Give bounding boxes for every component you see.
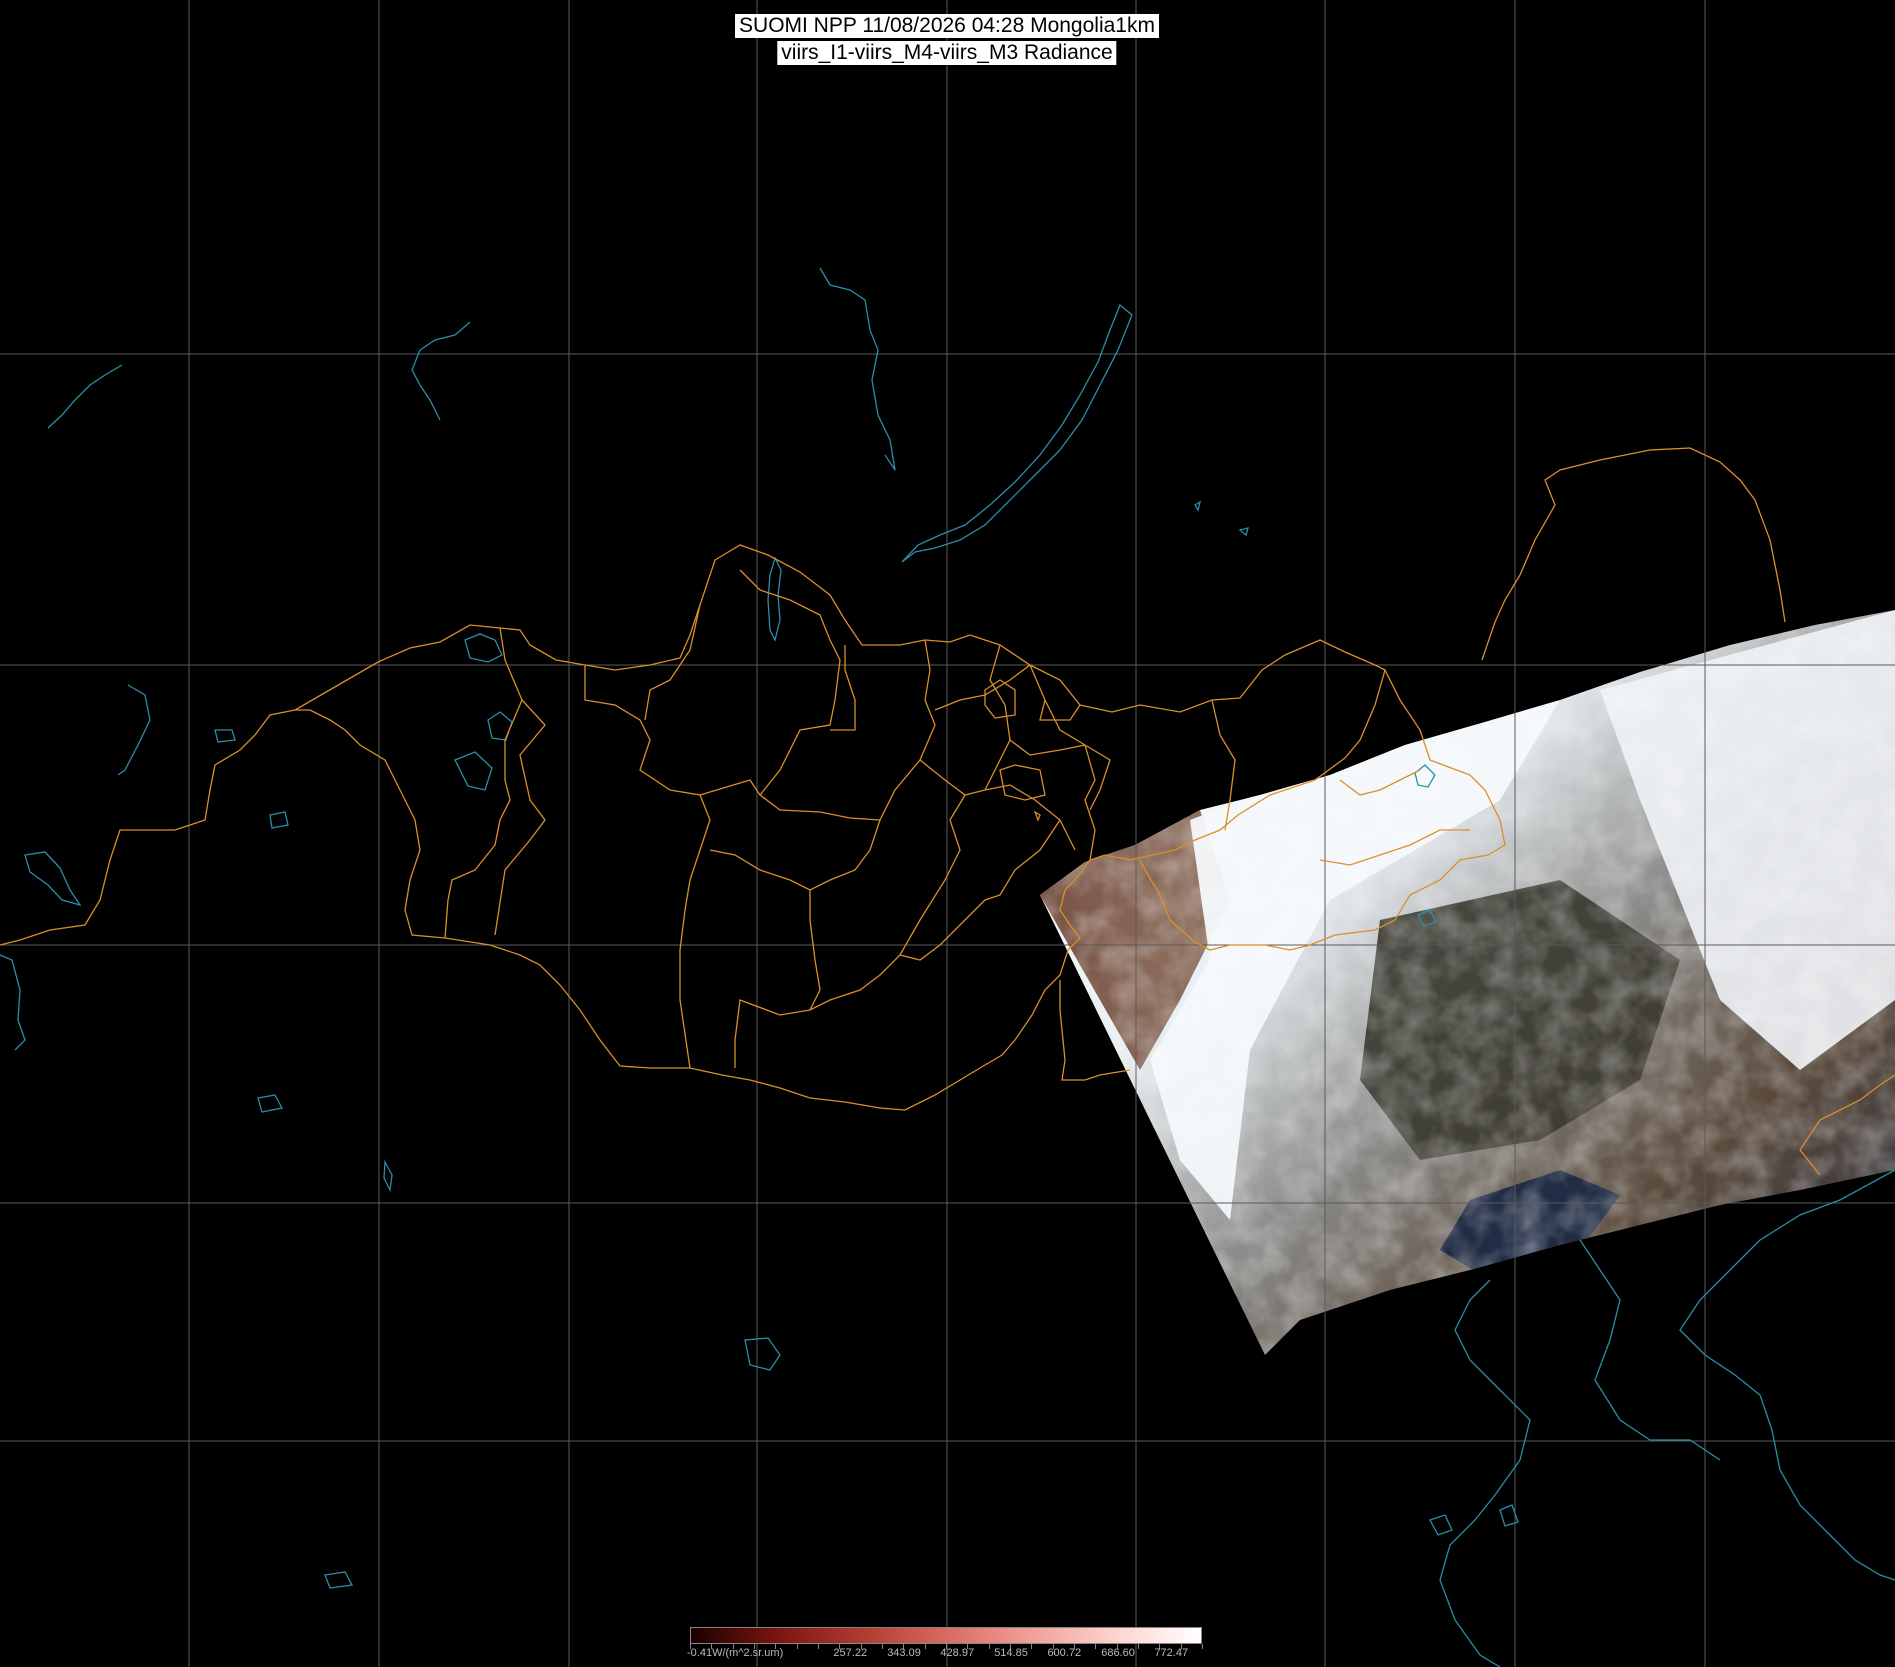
province-border-10	[734, 794, 966, 1068]
province-border-5	[699, 569, 841, 797]
province-border-2	[494, 699, 546, 936]
province-border-18	[1009, 739, 1086, 756]
river-north-2	[411, 321, 471, 421]
province-border-11	[809, 819, 881, 1011]
colorbar-label: -0.41W/(m^2.sr.um)	[687, 1647, 784, 1659]
river-north-1	[819, 267, 896, 471]
coast-korea	[1679, 1169, 1895, 1581]
title-line-1: SUOMI NPP 11/08/2026 04:28 Mongolia1km	[735, 14, 1159, 38]
lake-khar-us	[454, 751, 493, 791]
colorbar-label: 600.72	[1047, 1647, 1082, 1659]
coast-south-small-1	[1429, 1514, 1453, 1536]
russia-border-east	[1481, 447, 1786, 661]
colorbar-label: 686.60	[1101, 1647, 1135, 1659]
colorbar-ramp	[690, 1627, 1202, 1644]
province-border-3	[584, 665, 711, 1069]
satellite-swath	[1040, 610, 1895, 1400]
lake-west-3	[269, 811, 289, 829]
province-border-14	[1029, 664, 1081, 721]
province-border-1	[444, 627, 523, 939]
coast-bohai	[1439, 1279, 1531, 1667]
river-northwest	[47, 364, 123, 429]
title-line-2: viirs_I1-viirs_M4-viirs_M3 Radiance	[777, 41, 1117, 65]
colorbar-label: 514.85	[994, 1647, 1028, 1659]
colorbar-label: 428.97	[940, 1647, 975, 1659]
lake-khyargas	[487, 711, 513, 741]
colorbar-label: 343.09	[887, 1647, 921, 1659]
lake-west-1	[117, 684, 151, 776]
colorbar: -0.41W/(m^2.sr.um) 257.22 343.09 428.97 514.…	[687, 1627, 1203, 1663]
province-border-6	[830, 645, 856, 731]
lake-south-2	[383, 1159, 393, 1193]
lake-baikal	[901, 303, 1133, 563]
colorbar-label: 257.22	[833, 1647, 868, 1659]
province-border-4	[644, 604, 701, 721]
lake-uvs	[464, 633, 503, 663]
province-border-17	[1084, 744, 1111, 811]
colorbar-labels: -0.41W/(m^2.sr.um) 257.22 343.09 428.97 514.…	[687, 1647, 1202, 1661]
lake-west-4	[24, 851, 82, 907]
darkhan-outline	[999, 764, 1046, 801]
colorbar-tick	[1202, 1644, 1203, 1649]
lake-south-4	[324, 1571, 354, 1589]
province-border-13	[899, 819, 1061, 961]
lake-west-2	[214, 729, 236, 743]
province-border-15	[934, 664, 1031, 711]
colorbar-label: 772.47	[1154, 1647, 1189, 1659]
lake-khovsgol	[767, 556, 782, 642]
lake-east-1	[1194, 500, 1202, 512]
province-border-8	[919, 759, 1076, 851]
satellite-map	[0, 0, 1895, 1667]
lake-south-1	[257, 1094, 283, 1113]
coast-yellow-sea	[1579, 1239, 1721, 1461]
coast-west-edge	[0, 954, 26, 1051]
erdenet-outline	[1033, 810, 1041, 822]
province-border-12	[709, 849, 811, 891]
china-border-west	[0, 709, 296, 946]
lake-east-2	[1238, 527, 1249, 537]
lake-south-3	[744, 1337, 781, 1371]
province-border-16	[1044, 699, 1096, 861]
